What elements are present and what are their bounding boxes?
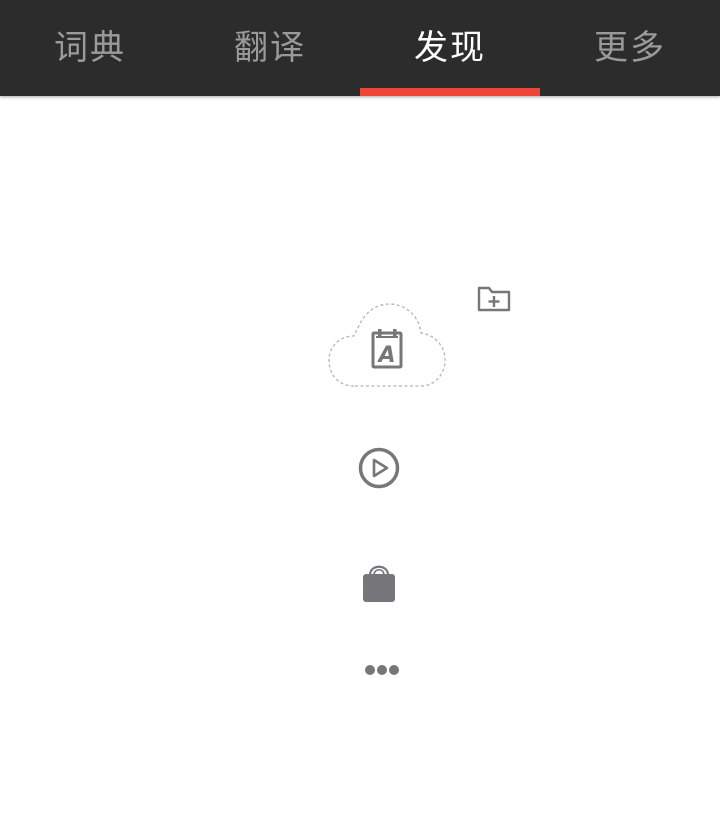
- tab-dictionary-label: 词典: [54, 27, 126, 68]
- tab-more[interactable]: 更多: [540, 0, 720, 96]
- tab-dictionary[interactable]: 词典: [0, 0, 180, 96]
- svg-text:A: A: [376, 343, 395, 368]
- top-tab-bar: 词典 翻译 发现 更多: [0, 0, 720, 96]
- play-circle-icon[interactable]: [357, 446, 401, 490]
- tab-more-label: 更多: [594, 27, 666, 68]
- tab-discover[interactable]: 发现: [360, 0, 540, 96]
- discover-page: 词典 翻译 发现 更多 A: [0, 0, 720, 816]
- cloud-notebook-icon[interactable]: A: [326, 300, 448, 390]
- folder-plus-icon[interactable]: [476, 284, 512, 314]
- tab-translate-label: 翻译: [234, 27, 306, 68]
- tab-translate[interactable]: 翻译: [180, 0, 360, 96]
- shopping-bag-icon[interactable]: [359, 558, 399, 604]
- tab-discover-label: 发现: [414, 27, 486, 68]
- more-dots-icon[interactable]: [361, 656, 405, 684]
- active-tab-indicator: [360, 88, 540, 96]
